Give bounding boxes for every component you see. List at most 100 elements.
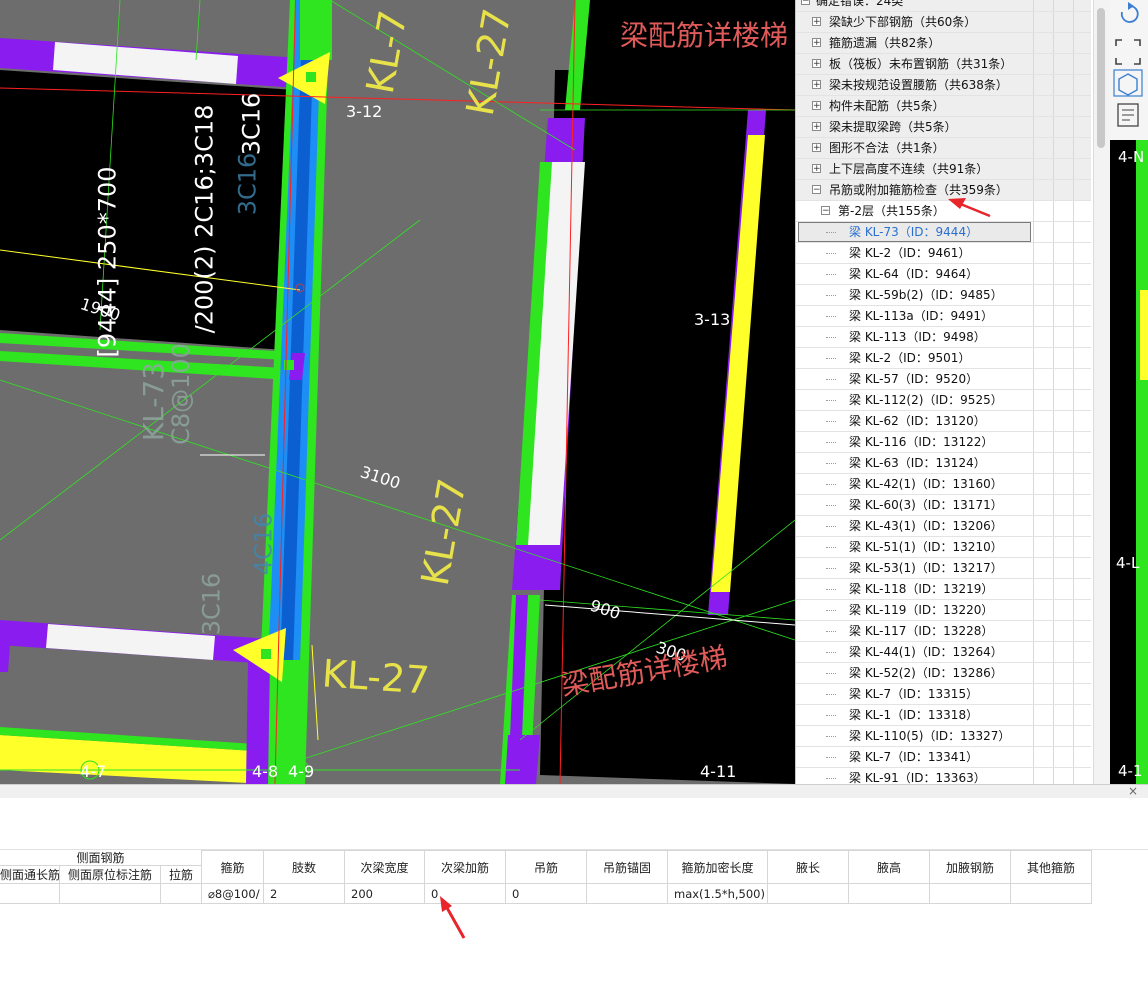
tree-item-row[interactable]: 梁 KL-51(1)（ID：13210） [796, 537, 1091, 558]
report-icon[interactable] [1073, 369, 1092, 389]
locate-icon[interactable] [1033, 243, 1054, 263]
report-icon[interactable] [1073, 579, 1092, 599]
report-icon[interactable] [1073, 537, 1092, 557]
tree-item-row[interactable]: 梁 KL-7（ID：13341） [796, 747, 1091, 768]
locate-icon[interactable] [1033, 453, 1054, 473]
value-side-inplace-bar[interactable] [60, 884, 161, 904]
report-icon[interactable] [1073, 159, 1092, 179]
locate-icon[interactable] [1033, 285, 1054, 305]
report-icon[interactable] [1073, 54, 1092, 74]
tree-group-row[interactable]: + 箍筋遗漏（共82条） [796, 33, 1091, 54]
value-leg-count[interactable]: 2 [264, 884, 345, 904]
report-icon[interactable] [1073, 327, 1092, 347]
tree-row-header[interactable]: − 确定错误：24类 [796, 0, 1091, 12]
report-icon[interactable] [1073, 453, 1092, 473]
locate-icon[interactable] [1033, 600, 1054, 620]
tree-item-row[interactable]: 梁 KL-44(1)（ID：13264） [796, 642, 1091, 663]
scrollbar-thumb[interactable] [1097, 8, 1105, 148]
report-icon[interactable] [1073, 432, 1092, 452]
tree-item-row[interactable]: 梁 KL-42(1)（ID：13160） [796, 474, 1091, 495]
locate-icon[interactable] [1033, 705, 1054, 725]
tree-group-row[interactable]: + 构件未配筋（共5条） [796, 96, 1091, 117]
refresh-icon[interactable] [1120, 2, 1139, 23]
value-hanger-anchorage[interactable] [587, 884, 668, 904]
value-tie-bar[interactable] [161, 884, 202, 904]
value-other-stirrup[interactable] [1011, 884, 1092, 904]
report-icon[interactable] [1073, 12, 1092, 32]
locate-icon[interactable] [1033, 768, 1054, 784]
tree-item-row[interactable]: 梁 KL-43(1)（ID：13206） [796, 516, 1091, 537]
expand-icon[interactable]: + [812, 38, 821, 48]
tree-subgroup-row[interactable]: − 第-2层（共155条） [796, 201, 1091, 222]
locate-icon[interactable] [1033, 348, 1054, 368]
tree-item-row[interactable]: 梁 KL-59b(2)（ID：9485） [796, 285, 1091, 306]
report-icon[interactable] [1073, 621, 1092, 641]
report-icon[interactable] [1073, 600, 1092, 620]
tree-item-row[interactable]: 梁 KL-62（ID：13120） [796, 411, 1091, 432]
tree-item-row[interactable]: 梁 KL-1（ID：13318） [796, 705, 1091, 726]
locate-icon[interactable] [1033, 390, 1054, 410]
locate-icon[interactable] [1033, 327, 1054, 347]
report-icon[interactable] [1073, 0, 1092, 11]
report-icon[interactable] [1073, 264, 1092, 284]
collapse-icon[interactable]: − [812, 185, 821, 195]
tree-item-row[interactable]: 梁 KL-73（ID：9444） [796, 222, 1091, 243]
report-icon[interactable] [1073, 348, 1092, 368]
report-list-icon[interactable] [1117, 103, 1139, 127]
locate-icon[interactable] [1033, 642, 1054, 662]
locate-icon[interactable] [1033, 432, 1054, 452]
value-haunch-height[interactable] [849, 884, 930, 904]
report-icon[interactable] [1073, 390, 1092, 410]
locate-icon[interactable] [1033, 516, 1054, 536]
tree-group-row[interactable]: + 板（筏板）未布置钢筋（共31条） [796, 54, 1091, 75]
value-stirrup[interactable]: ⌀8@100/ [202, 884, 264, 904]
report-icon[interactable] [1073, 201, 1092, 221]
report-icon[interactable] [1073, 516, 1092, 536]
report-icon[interactable] [1073, 243, 1092, 263]
tree-item-row[interactable]: 梁 KL-116（ID：13122） [796, 432, 1091, 453]
locate-icon[interactable] [1033, 663, 1054, 683]
report-icon[interactable] [1073, 222, 1092, 242]
report-icon[interactable] [1073, 747, 1092, 767]
expand-icon[interactable]: + [812, 143, 821, 153]
value-haunch-rebar[interactable] [930, 884, 1011, 904]
report-icon[interactable] [1073, 705, 1092, 725]
report-icon[interactable] [1073, 117, 1092, 137]
tree-item-row[interactable]: 梁 KL-57（ID：9520） [796, 369, 1091, 390]
tree-vertical-scrollbar[interactable] [1093, 0, 1110, 784]
tree-item-row[interactable]: 梁 KL-52(2)（ID：13286） [796, 663, 1091, 684]
report-icon[interactable] [1073, 411, 1092, 431]
locate-icon[interactable] [1033, 537, 1054, 557]
locate-icon[interactable] [1033, 474, 1054, 494]
tree-group-row[interactable]: − 吊筋或附加箍筋检查（共359条） [796, 180, 1091, 201]
tree-item-row[interactable]: 梁 KL-110(5)（ID：13327） [796, 726, 1091, 747]
expand-icon[interactable]: + [812, 80, 821, 90]
tree-item-row[interactable]: 梁 KL-112(2)（ID：9525） [796, 390, 1091, 411]
report-icon[interactable] [1073, 768, 1092, 784]
locate-icon[interactable] [1033, 684, 1054, 704]
tree-item-row[interactable]: 梁 KL-64（ID：9464） [796, 264, 1091, 285]
report-icon[interactable] [1073, 726, 1092, 746]
tree-item-row[interactable]: 梁 KL-91（ID：13363） [796, 768, 1091, 784]
tree-item-row[interactable]: 梁 KL-117（ID：13228） [796, 621, 1091, 642]
tree-group-row[interactable]: + 梁未按规范设置腰筋（共638条） [796, 75, 1091, 96]
value-side-through-bar[interactable] [0, 884, 60, 904]
locate-icon[interactable] [1033, 264, 1054, 284]
cad-drawing-canvas[interactable]: 3-12 3-13 4-7 4-8 4-9 4-11 1900 3100 900… [0, 0, 795, 784]
tree-item-row[interactable]: 梁 KL-63（ID：13124） [796, 453, 1091, 474]
tree-group-row[interactable]: + 梁缺少下部钢筋（共60条） [796, 12, 1091, 33]
tree-group-row[interactable]: + 上下层高度不连续（共91条） [796, 159, 1091, 180]
value-hanger-bar[interactable]: 0 [506, 884, 587, 904]
report-icon[interactable] [1073, 33, 1092, 53]
expand-icon[interactable]: + [812, 17, 821, 27]
locate-icon[interactable] [1033, 621, 1054, 641]
report-icon[interactable] [1073, 96, 1092, 116]
value-haunch-length[interactable] [768, 884, 849, 904]
report-icon[interactable] [1073, 285, 1092, 305]
tree-group-row[interactable]: + 图形不合法（共1条） [796, 138, 1091, 159]
report-icon[interactable] [1073, 684, 1092, 704]
close-icon[interactable]: × [1127, 785, 1139, 797]
locate-icon[interactable] [1033, 306, 1054, 326]
locate-icon[interactable] [1033, 726, 1054, 746]
locate-icon[interactable] [1033, 369, 1054, 389]
